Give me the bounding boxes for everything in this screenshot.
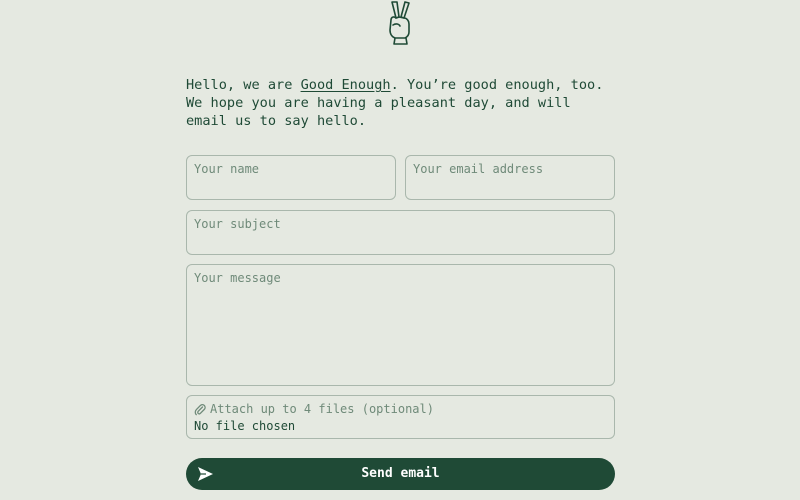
intro-text: Hello, we are Good Enough. You’re good e…: [186, 76, 616, 130]
file-attach-input[interactable]: Attach up to 4 files (optional) No file …: [186, 395, 615, 439]
contact-page: Hello, we are Good Enough. You’re good e…: [0, 0, 800, 500]
peace-hand-icon: [389, 1, 410, 45]
attach-label-row: Attach up to 4 files (optional): [194, 401, 607, 417]
subject-field[interactable]: [186, 210, 615, 255]
message-field[interactable]: [186, 264, 615, 386]
paper-plane-icon: [198, 467, 213, 481]
file-status: No file chosen: [194, 419, 296, 433]
paperclip-icon: [194, 403, 206, 415]
intro-text-start: Hello, we are: [186, 77, 301, 93]
name-field[interactable]: [186, 155, 396, 200]
email-field[interactable]: [405, 155, 615, 200]
send-email-button[interactable]: Send email: [186, 458, 615, 490]
good-enough-link[interactable]: Good Enough: [301, 77, 391, 93]
send-email-label: Send email: [361, 466, 440, 481]
attach-label: Attach up to 4 files (optional): [210, 402, 434, 416]
